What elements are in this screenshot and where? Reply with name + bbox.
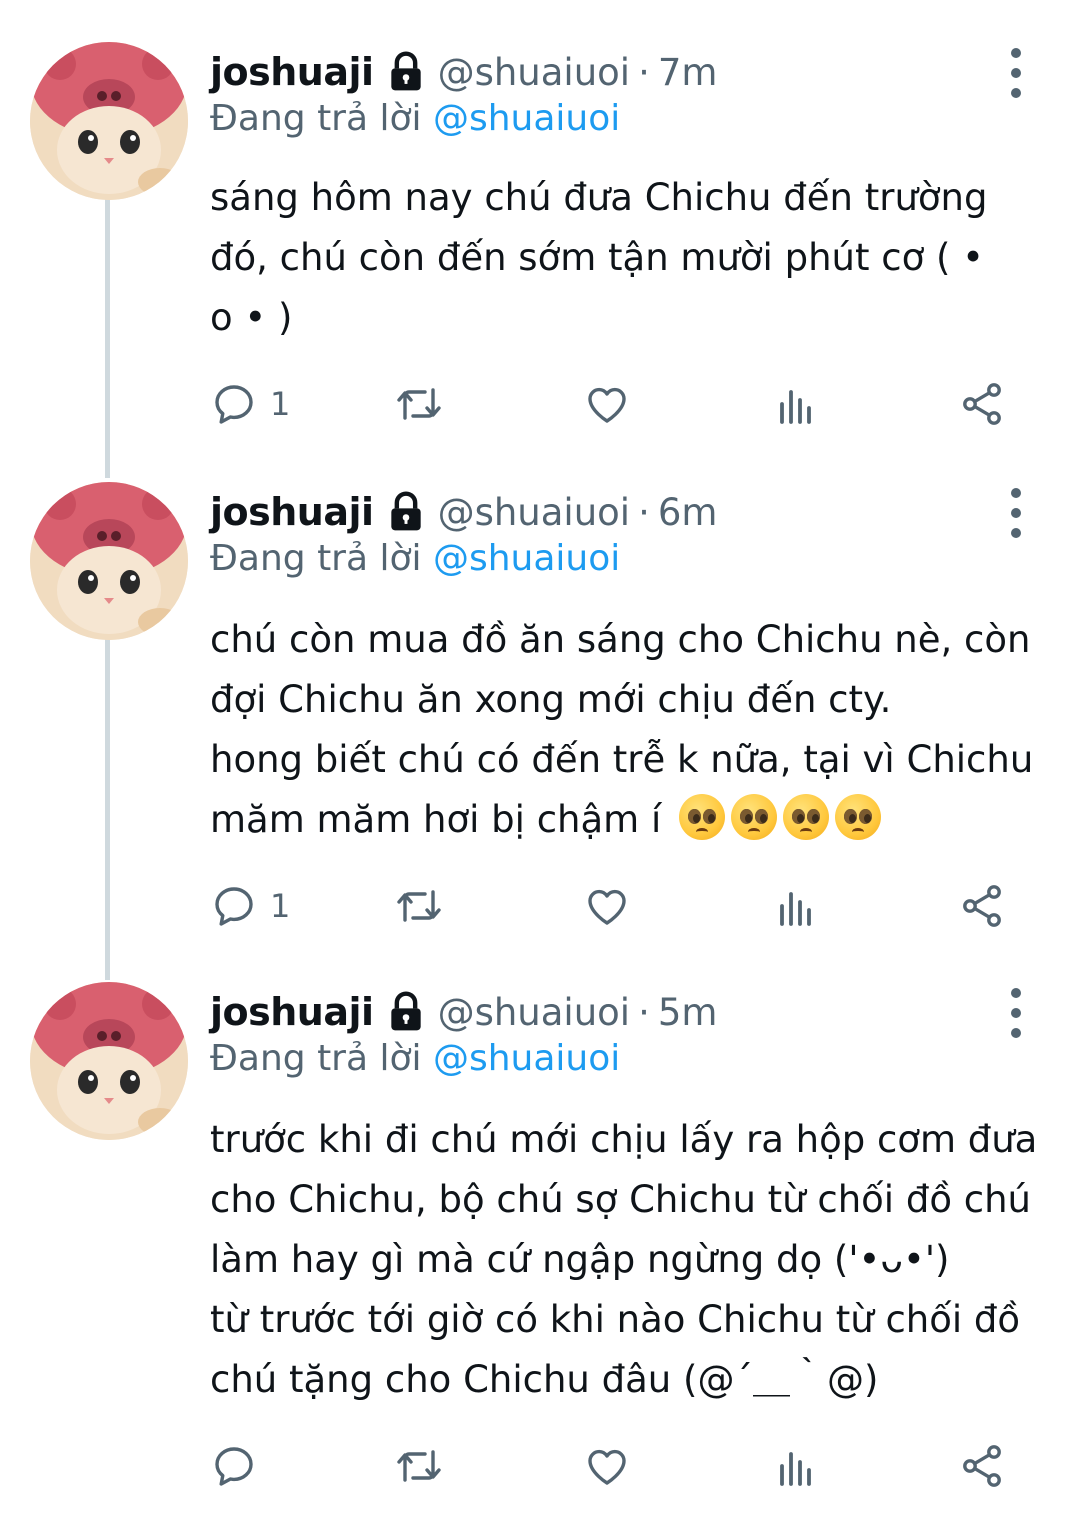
share-button[interactable] [958, 876, 1006, 936]
reply-icon [215, 887, 253, 926]
reply-icon [215, 385, 253, 424]
tweet-text-line: làm hay gì mà cứ ngập ngừng dọ ('•ᴗ•') [210, 1238, 950, 1281]
views-button[interactable] [772, 876, 820, 936]
replying-to: Đang trả lời @shuaiuoi [210, 98, 620, 139]
tweet-text-line: đó, chú còn đến sớm tận mười phút cơ ( • [210, 236, 985, 279]
more-vertical-icon[interactable] [996, 488, 1036, 538]
replying-mention[interactable]: @shuaiuoi [433, 98, 620, 139]
separator-dot: · [638, 990, 650, 1034]
tweet-text: trước khi đi chú mới chịu lấy ra hộp cơm… [210, 1110, 1050, 1410]
retweet-button[interactable] [395, 1436, 443, 1496]
heart-icon [588, 889, 626, 925]
reply-button[interactable]: 1 [210, 374, 290, 434]
reply-count: 1 [270, 385, 291, 423]
display-name[interactable]: joshuaji [210, 50, 374, 94]
heart-icon [588, 387, 626, 423]
retweet-button[interactable] [395, 876, 443, 936]
share-icon [963, 885, 1001, 927]
timestamp[interactable]: 6m [658, 491, 718, 534]
views-button[interactable] [772, 1436, 820, 1496]
pleading-face-emoji [731, 794, 778, 840]
reply-button[interactable] [210, 1436, 270, 1496]
tweet-actions: 1 [210, 374, 1010, 434]
analytics-icon [780, 390, 811, 424]
analytics-icon [780, 1452, 811, 1486]
separator-dot: · [638, 490, 650, 534]
replying-label: Đang trả lời [210, 98, 433, 139]
retweet-icon [397, 890, 441, 922]
replying-mention[interactable]: @shuaiuoi [433, 538, 620, 579]
avatar[interactable] [30, 42, 188, 200]
display-name[interactable]: joshuaji [210, 990, 374, 1034]
avatar[interactable] [30, 982, 188, 1140]
tweet-header: joshuaji @shuaiuoi · 7m [210, 42, 717, 102]
views-button[interactable] [772, 374, 820, 434]
separator-dot: · [638, 50, 650, 94]
tweet-text-line: cho Chichu, bộ chú sợ Chichu từ chối đồ … [210, 1178, 1031, 1221]
share-icon [963, 383, 1001, 425]
tweet-text: sáng hôm nay chú đưa Chichu đến trường đ… [210, 168, 1050, 348]
timestamp[interactable]: 5m [658, 991, 718, 1034]
replying-to: Đang trả lời @shuaiuoi [210, 538, 620, 579]
tweet-text-line: từ trước tới giờ có khi nào Chichu từ ch… [210, 1298, 1021, 1341]
thread-line [105, 196, 110, 478]
reply-icon [215, 1447, 253, 1486]
tweet-text-line: trước khi đi chú mới chịu lấy ra hộp cơm… [210, 1118, 1038, 1161]
user-handle[interactable]: @shuaiuoi [438, 491, 631, 534]
replying-mention[interactable]: @shuaiuoi [433, 1038, 620, 1079]
tweet-text-line: đợi Chichu ăn xong mới chịu đến cty. [210, 678, 892, 721]
tweet-text-line: chú tặng cho Chichu đâu (@´＿｀@) [210, 1358, 879, 1401]
tweet-text-segment: măm măm hơi bị chậm í [210, 798, 662, 841]
more-vertical-icon[interactable] [996, 48, 1036, 98]
replying-label: Đang trả lời [210, 1038, 433, 1079]
thread-line [105, 638, 110, 980]
replying-to: Đang trả lời @shuaiuoi [210, 1038, 620, 1079]
reply-button[interactable]: 1 [210, 876, 290, 936]
tweet-header: joshuaji @shuaiuoi · 6m [210, 482, 717, 542]
share-button[interactable] [958, 1436, 1006, 1496]
lock-icon [390, 491, 421, 531]
like-button[interactable] [583, 1436, 631, 1496]
retweet-button[interactable] [395, 374, 443, 434]
like-button[interactable] [583, 374, 631, 434]
tweet-actions [210, 1436, 1010, 1496]
pleading-face-emoji [783, 794, 830, 840]
user-handle[interactable]: @shuaiuoi [438, 51, 631, 94]
tweet-text-line: hong biết chú có đến trễ k nữa, tại vì C… [210, 738, 1034, 781]
tweet-actions: 1 [210, 876, 1010, 936]
avatar[interactable] [30, 482, 188, 640]
tweet-text: chú còn mua đồ ăn sáng cho Chichu nè, cò… [210, 610, 1050, 850]
more-vertical-icon[interactable] [996, 988, 1036, 1038]
like-button[interactable] [583, 876, 631, 936]
lock-icon [390, 991, 421, 1031]
tweet-text-line: sáng hôm nay chú đưa Chichu đến trường [210, 176, 988, 219]
retweet-icon [397, 1450, 441, 1482]
tweet-header: joshuaji @shuaiuoi · 5m [210, 982, 717, 1042]
tweet-text-line: măm măm hơi bị chậm í [210, 790, 1050, 850]
pleading-face-emoji [679, 794, 726, 840]
pleading-face-emoji [835, 794, 882, 840]
replying-label: Đang trả lời [210, 538, 433, 579]
timestamp[interactable]: 7m [658, 51, 718, 94]
lock-icon [390, 51, 421, 91]
tweet-text-line: chú còn mua đồ ăn sáng cho Chichu nè, cò… [210, 618, 1031, 661]
share-icon [963, 1445, 1001, 1487]
heart-icon [588, 1449, 626, 1485]
user-handle[interactable]: @shuaiuoi [438, 991, 631, 1034]
display-name[interactable]: joshuaji [210, 490, 374, 534]
analytics-icon [780, 892, 811, 926]
retweet-icon [397, 388, 441, 420]
reply-count: 1 [270, 887, 291, 925]
tweet-text-line: o • ) [210, 296, 293, 339]
share-button[interactable] [958, 374, 1006, 434]
